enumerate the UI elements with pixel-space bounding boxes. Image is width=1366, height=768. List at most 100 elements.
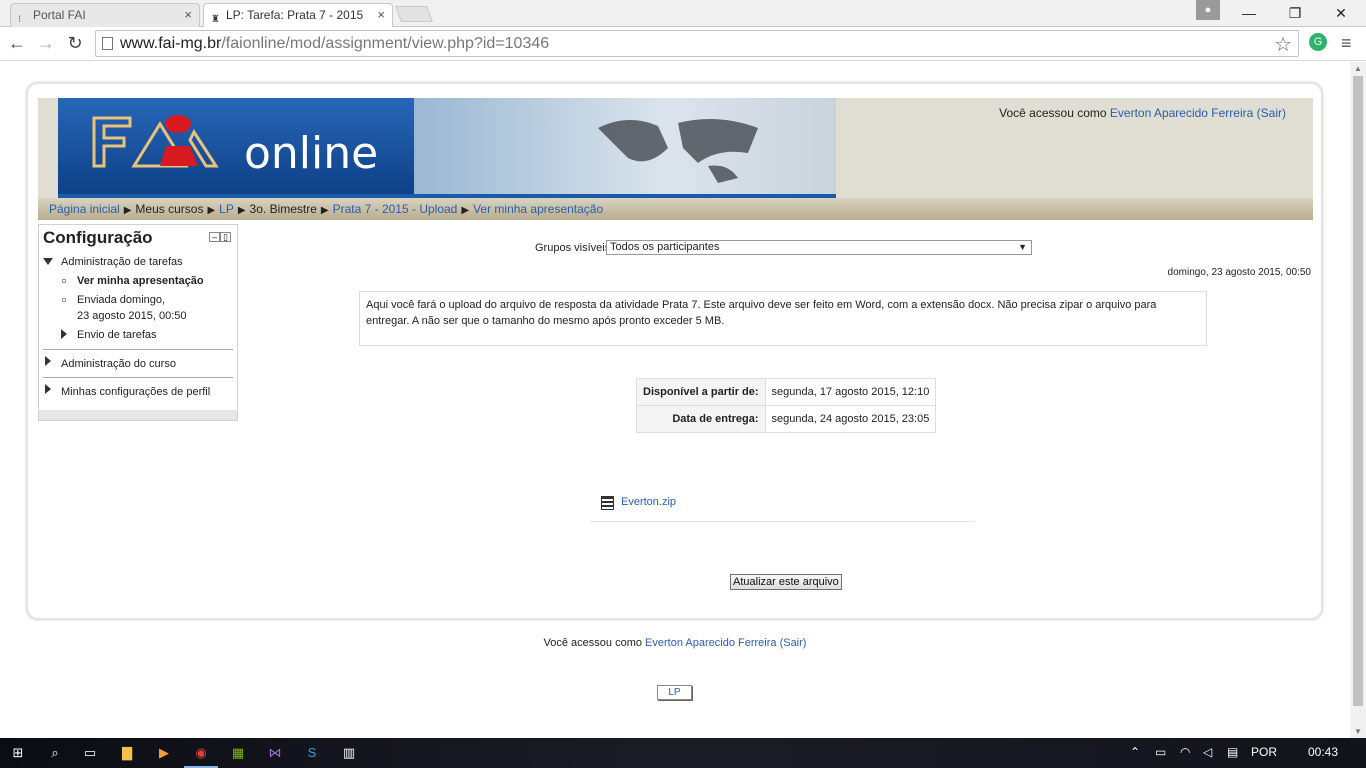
search-icon[interactable]: ⌕ bbox=[46, 744, 64, 762]
breadcrumb-section: 3o. Bimestre bbox=[249, 202, 317, 216]
due-date-value: segunda, 24 agosto 2015, 23:05 bbox=[764, 405, 937, 433]
available-from-value: segunda, 17 agosto 2015, 12:10 bbox=[764, 378, 937, 406]
minimize-icon[interactable]: — bbox=[1226, 0, 1272, 26]
scrollbar-thumb[interactable] bbox=[1353, 76, 1363, 706]
browser-tab-portal-fai[interactable]: ⁝ Portal FAI × bbox=[10, 3, 200, 27]
header-logout-link[interactable]: (Sair) bbox=[1257, 106, 1286, 120]
submission-timestamp: domingo, 23 agosto 2015, 00:50 bbox=[1167, 267, 1311, 278]
table-row: Disponível a partir de: segunda, 17 agos… bbox=[636, 378, 937, 406]
scroll-up-icon[interactable]: ▲ bbox=[1354, 64, 1362, 73]
store-icon[interactable]: ▦ bbox=[229, 744, 247, 762]
config-block-title: Configuração bbox=[43, 228, 153, 247]
due-date-label: Data de entrega: bbox=[636, 405, 766, 433]
config-block: Configuração – ▯ Administração de tarefa… bbox=[38, 224, 238, 421]
collapsed-triangle-icon[interactable] bbox=[45, 356, 51, 366]
page-viewport: online Você acessou como Everton Apareci… bbox=[0, 62, 1350, 738]
page-frame: online Você acessou como Everton Apareci… bbox=[26, 82, 1323, 620]
windows-start-icon[interactable]: ⊞ bbox=[9, 744, 27, 762]
extension-icon[interactable]: G bbox=[1309, 33, 1327, 51]
tab-close-icon[interactable]: × bbox=[184, 4, 192, 26]
tray-expand-icon[interactable]: ⌃ bbox=[1130, 745, 1140, 759]
footer-logout-link[interactable]: (Sair) bbox=[780, 637, 807, 649]
expanded-triangle-icon[interactable] bbox=[43, 258, 53, 265]
chrome-menu-icon[interactable]: ≡ bbox=[1341, 33, 1352, 54]
header-user-link[interactable]: Everton Aparecido Ferreira bbox=[1110, 106, 1253, 120]
vertical-scrollbar[interactable]: ▲ ▼ bbox=[1350, 62, 1366, 738]
browser-tabstrip: ⁝ Portal FAI × ♜ LP: Tarefa: Prata 7 - 2… bbox=[0, 0, 1366, 28]
breadcrumb-course[interactable]: LP bbox=[219, 202, 234, 216]
back-icon[interactable]: ← bbox=[6, 32, 28, 54]
skype-icon[interactable]: S bbox=[303, 744, 321, 762]
browser-tab-assignment[interactable]: ♜ LP: Tarefa: Prata 7 - 2015 - × bbox=[203, 3, 393, 28]
page-icon bbox=[102, 37, 113, 50]
language-indicator[interactable]: POR bbox=[1251, 745, 1277, 759]
footer-user-link[interactable]: Everton Aparecido Ferreira bbox=[645, 637, 776, 649]
tree-assignment-admin[interactable]: Administração de tarefas bbox=[61, 256, 183, 268]
forward-icon[interactable]: → bbox=[35, 32, 57, 54]
dropdown-caret-icon: ▼ bbox=[1018, 242, 1027, 252]
groups-select[interactable]: Todos os participantes ▼ bbox=[606, 240, 1032, 255]
breadcrumb-current[interactable]: Ver minha apresentação bbox=[473, 202, 603, 216]
notifications-icon[interactable]: ▤ bbox=[1227, 745, 1238, 759]
fai-online-banner: online bbox=[58, 98, 836, 198]
file-link[interactable]: Everton.zip bbox=[621, 496, 676, 508]
collapse-block-icon[interactable]: – bbox=[209, 232, 220, 242]
scroll-down-icon[interactable]: ▼ bbox=[1354, 727, 1362, 736]
restore-icon[interactable]: ❐ bbox=[1272, 0, 1318, 26]
bullet-icon bbox=[62, 298, 66, 302]
world-map-image bbox=[598, 119, 758, 183]
site-header: online Você acessou como Everton Apareci… bbox=[38, 98, 1313, 198]
collapsed-triangle-icon[interactable] bbox=[61, 329, 67, 339]
assignment-intro: Aqui você fará o upload do arquivo de re… bbox=[359, 291, 1207, 346]
breadcrumb: Página inicial ▶ Meus cursos ▶ LP ▶ 3o. Bimest… bbox=[38, 198, 1313, 220]
tree-sent-line2: 23 agosto 2015, 00:50 bbox=[77, 310, 187, 322]
clock[interactable]: 00:43 bbox=[1308, 745, 1338, 759]
bookmark-star-icon[interactable]: ☆ bbox=[1274, 32, 1292, 57]
zip-file-icon bbox=[601, 496, 614, 510]
new-tab-button[interactable] bbox=[395, 6, 433, 22]
dock-block-icon[interactable]: ▯ bbox=[220, 232, 231, 242]
tree-sent-line1: Enviada domingo, bbox=[77, 294, 166, 306]
battery-icon[interactable]: ▭ bbox=[1155, 745, 1166, 759]
windows-taskbar: ⊞ ⌕ ▭ ▇ ▶ ◉ ▦ ⋈ S ▥ ⌃ ▭ ◠ ◁ ▤ POR 00:43 bbox=[0, 738, 1366, 768]
chrome-icon[interactable]: ◉ bbox=[192, 744, 210, 762]
tree-divider bbox=[43, 349, 233, 350]
footer-login-info: Você acessou como Everton Aparecido Ferr… bbox=[543, 637, 807, 649]
file-explorer-icon[interactable]: ▇ bbox=[118, 744, 136, 762]
url-text: www.fai-mg.br/faionline/mod/assignment/v… bbox=[120, 35, 550, 52]
tab-title: LP: Tarefa: Prata 7 - 2015 - bbox=[226, 8, 366, 22]
update-file-button[interactable]: Atualizar este arquivo bbox=[730, 574, 842, 590]
browser-toolbar: ← → ↻ www.fai-mg.br/faionline/mod/assign… bbox=[0, 27, 1366, 61]
close-window-icon[interactable]: ✕ bbox=[1318, 0, 1364, 26]
app-icon[interactable]: ▥ bbox=[340, 744, 358, 762]
tree-profile-settings[interactable]: Minhas configurações de perfil bbox=[61, 386, 210, 398]
tree-view-submission[interactable]: Ver minha apresentação bbox=[77, 275, 204, 287]
table-row: Data de entrega: segunda, 24 agosto 2015… bbox=[636, 405, 937, 433]
breadcrumb-assignment[interactable]: Prata 7 - 2015 - Upload bbox=[333, 202, 458, 216]
available-from-label: Disponível a partir de: bbox=[636, 378, 766, 406]
reload-icon[interactable]: ↻ bbox=[64, 32, 86, 54]
banner-logo-text: online bbox=[244, 128, 379, 179]
breadcrumb-home[interactable]: Página inicial bbox=[49, 202, 120, 216]
tab-title: Portal FAI bbox=[33, 8, 86, 22]
address-bar[interactable]: www.fai-mg.br/faionline/mod/assignment/v… bbox=[95, 30, 1299, 57]
footer-home-link[interactable]: LP bbox=[657, 685, 692, 700]
profile-icon[interactable]: ● bbox=[1196, 0, 1220, 20]
dates-table: Disponível a partir de: segunda, 17 agos… bbox=[636, 378, 937, 433]
tree-submissions[interactable]: Envio de tarefas bbox=[77, 329, 157, 341]
wifi-icon[interactable]: ◠ bbox=[1180, 745, 1190, 759]
tree-divider bbox=[43, 377, 233, 378]
collapsed-triangle-icon[interactable] bbox=[45, 384, 51, 394]
visual-studio-icon[interactable]: ⋈ bbox=[266, 744, 284, 762]
volume-icon[interactable]: ◁ bbox=[1203, 745, 1212, 759]
tree-course-admin[interactable]: Administração do curso bbox=[61, 358, 176, 370]
breadcrumb-my-courses: Meus cursos bbox=[135, 202, 204, 216]
groups-label: Grupos visíveis bbox=[535, 242, 611, 254]
fai-logo-icon bbox=[92, 115, 219, 168]
task-view-icon[interactable]: ▭ bbox=[81, 744, 99, 762]
media-player-icon[interactable]: ▶ bbox=[155, 744, 173, 762]
header-login-info: Você acessou como Everton Aparecido Ferr… bbox=[999, 106, 1286, 120]
tab-close-icon[interactable]: × bbox=[377, 4, 385, 26]
file-divider bbox=[590, 521, 974, 522]
bullet-icon bbox=[62, 279, 66, 283]
